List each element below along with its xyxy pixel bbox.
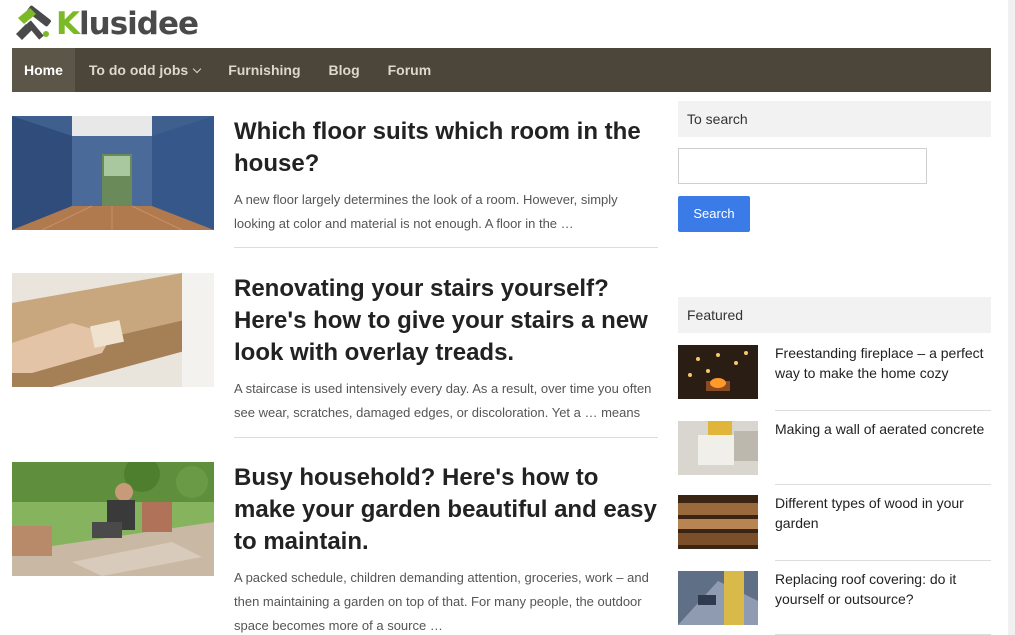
divider	[775, 410, 991, 411]
site-logo[interactable]: Klusidee	[12, 4, 199, 44]
article-thumbnail[interactable]	[12, 462, 214, 576]
article-item: Which floor suits which room in the hous…	[12, 116, 658, 248]
nav-item-forum[interactable]: Forum	[374, 48, 446, 92]
divider	[234, 247, 658, 248]
nav-item-blog[interactable]: Blog	[315, 48, 374, 92]
nav-label: Blog	[328, 62, 360, 78]
featured-item[interactable]: Making a wall of aerated concrete	[678, 421, 991, 485]
scrollbar[interactable]	[1008, 0, 1015, 635]
article-thumbnail[interactable]	[12, 273, 214, 387]
divider	[234, 437, 658, 438]
featured-title[interactable]: Replacing roof covering: do it yourself …	[775, 569, 991, 609]
divider	[775, 560, 991, 561]
nav-item-odd-jobs[interactable]: To do odd jobs	[75, 48, 214, 92]
featured-item[interactable]: Freestanding fireplace – a perfect way t…	[678, 345, 991, 411]
logo-wordmark: Klusidee	[56, 4, 199, 44]
article-excerpt: A packed schedule, children demanding at…	[234, 570, 649, 633]
logo-letter-k: K	[56, 6, 80, 42]
search-input[interactable]	[678, 148, 927, 184]
featured-thumbnail[interactable]	[678, 571, 758, 625]
logo-rest: lusidee	[79, 6, 199, 42]
page: Klusidee Home To do odd jobs Furnishing …	[0, 0, 1015, 635]
article-item: Busy household? Here's how to make your …	[12, 462, 658, 635]
article-excerpt: A staircase is used intensively every da…	[234, 381, 652, 420]
chevron-down-icon	[192, 64, 202, 74]
nav-item-home[interactable]: Home	[12, 48, 75, 92]
nav-item-furnishing[interactable]: Furnishing	[214, 48, 314, 92]
featured-thumbnail[interactable]	[678, 495, 758, 549]
divider	[775, 484, 991, 485]
featured-item[interactable]: Different types of wood in your garden	[678, 495, 991, 561]
nav-label: To do odd jobs	[88, 62, 189, 78]
search-button[interactable]: Search	[678, 196, 750, 232]
nav-label: Furnishing	[228, 62, 301, 78]
search-widget-heading: To search	[678, 101, 991, 137]
nav-label: Forum	[387, 62, 432, 78]
article-item: Renovating your stairs yourself? Here's …	[12, 273, 658, 438]
tools-logo-icon	[16, 5, 51, 40]
main-nav: Home To do odd jobs Furnishing Blog Foru…	[12, 48, 991, 92]
article-excerpt: A new floor largely determines the look …	[234, 192, 618, 231]
featured-thumbnail[interactable]	[678, 345, 758, 399]
featured-widget-heading: Featured	[678, 297, 991, 333]
featured-thumbnail[interactable]	[678, 421, 758, 475]
featured-title[interactable]: Different types of wood in your garden	[775, 493, 991, 533]
featured-title[interactable]: Making a wall of aerated concrete	[775, 419, 991, 439]
featured-item[interactable]: Replacing roof covering: do it yourself …	[678, 571, 991, 635]
article-title[interactable]: Renovating your stairs yourself? Here's …	[234, 273, 658, 369]
article-title[interactable]: Which floor suits which room in the hous…	[234, 116, 658, 180]
article-thumbnail[interactable]	[12, 116, 214, 230]
nav-label: Home	[24, 62, 63, 78]
featured-title[interactable]: Freestanding fireplace – a perfect way t…	[775, 343, 991, 383]
article-title[interactable]: Busy household? Here's how to make your …	[234, 462, 658, 558]
